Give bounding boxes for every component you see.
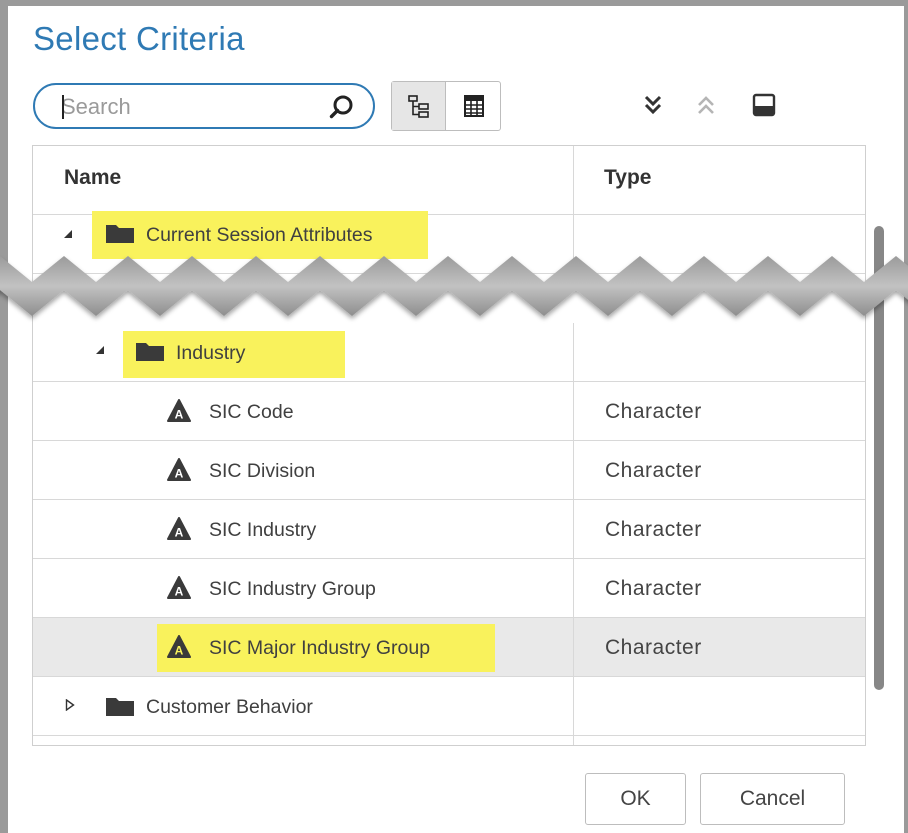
table-header: Name Type <box>33 146 865 215</box>
column-divider <box>573 441 574 499</box>
folder-icon <box>136 343 164 361</box>
table-row[interactable]: Industry <box>33 323 865 382</box>
window-panel-icon <box>752 93 776 117</box>
table-view-icon <box>464 95 484 117</box>
svg-text:A: A <box>175 467 184 481</box>
double-chevron-up-icon <box>698 96 714 114</box>
row-name: SIC Code <box>209 401 294 423</box>
window-frame-top <box>0 0 908 6</box>
window-frame-left <box>0 0 8 833</box>
character-attribute-icon: A <box>167 576 191 599</box>
row-type: Character <box>605 459 702 482</box>
column-divider <box>573 146 574 214</box>
cancel-button[interactable]: Cancel <box>700 773 845 825</box>
window-frame-right <box>904 0 908 833</box>
row-type: Character <box>605 636 702 659</box>
row-name: SIC Major Industry Group <box>209 637 431 659</box>
row-name: SIC Division <box>209 460 316 482</box>
table-row-partial <box>33 736 865 745</box>
svg-text:A: A <box>175 644 184 658</box>
tree-view-button[interactable] <box>392 82 446 130</box>
table-row[interactable]: A SIC Code Character <box>33 382 865 441</box>
view-mode-toggle <box>391 81 501 131</box>
character-attribute-icon: A <box>167 399 191 422</box>
column-divider <box>573 323 574 381</box>
text-cursor <box>62 95 64 119</box>
character-attribute-icon: A <box>167 458 191 481</box>
ok-button[interactable]: OK <box>585 773 686 825</box>
column-divider <box>573 559 574 617</box>
folder-icon <box>106 698 134 716</box>
search-box[interactable] <box>33 83 375 129</box>
row-type: Character <box>605 518 702 541</box>
torn-edge-break <box>0 256 908 316</box>
row-name: SIC Industry <box>209 519 317 541</box>
tree-view-icon <box>407 95 429 118</box>
table-row[interactable]: A SIC Industry Group Character <box>33 559 865 618</box>
dialog-title: Select Criteria <box>33 20 245 57</box>
character-attribute-icon: A <box>167 635 191 658</box>
svg-text:A: A <box>175 526 184 540</box>
column-header-name[interactable]: Name <box>64 166 121 190</box>
character-attribute-icon: A <box>167 517 191 540</box>
column-divider <box>573 382 574 440</box>
table-row[interactable]: Customer Behavior <box>33 677 865 736</box>
table-row[interactable]: A SIC Industry Character <box>33 500 865 559</box>
column-divider <box>573 677 574 735</box>
row-type: Character <box>605 400 702 423</box>
preview-pane-button[interactable] <box>751 92 777 118</box>
search-icon[interactable] <box>329 94 355 120</box>
row-name: Customer Behavior <box>146 696 313 718</box>
expand-all-button[interactable] <box>640 92 666 118</box>
double-chevron-down-icon <box>644 95 662 115</box>
expanded-triangle-icon[interactable] <box>95 345 105 355</box>
collapsed-triangle-icon[interactable] <box>65 699 75 711</box>
row-type: Character <box>605 577 702 600</box>
svg-text:A: A <box>175 585 184 599</box>
column-divider <box>573 500 574 558</box>
column-divider <box>573 618 574 676</box>
svg-text:A: A <box>175 408 184 422</box>
table-view-button[interactable] <box>447 82 501 130</box>
torn-edge-band <box>0 256 908 316</box>
table-row[interactable]: A SIC Division Character <box>33 441 865 500</box>
column-header-type[interactable]: Type <box>604 166 651 190</box>
row-name: Industry <box>176 342 246 364</box>
collapse-all-button[interactable] <box>693 92 719 118</box>
search-input[interactable] <box>59 93 323 121</box>
row-name: SIC Industry Group <box>209 578 376 600</box>
table-row-selected[interactable]: A SIC Major Industry Group Character <box>33 618 865 677</box>
column-divider <box>573 736 574 745</box>
